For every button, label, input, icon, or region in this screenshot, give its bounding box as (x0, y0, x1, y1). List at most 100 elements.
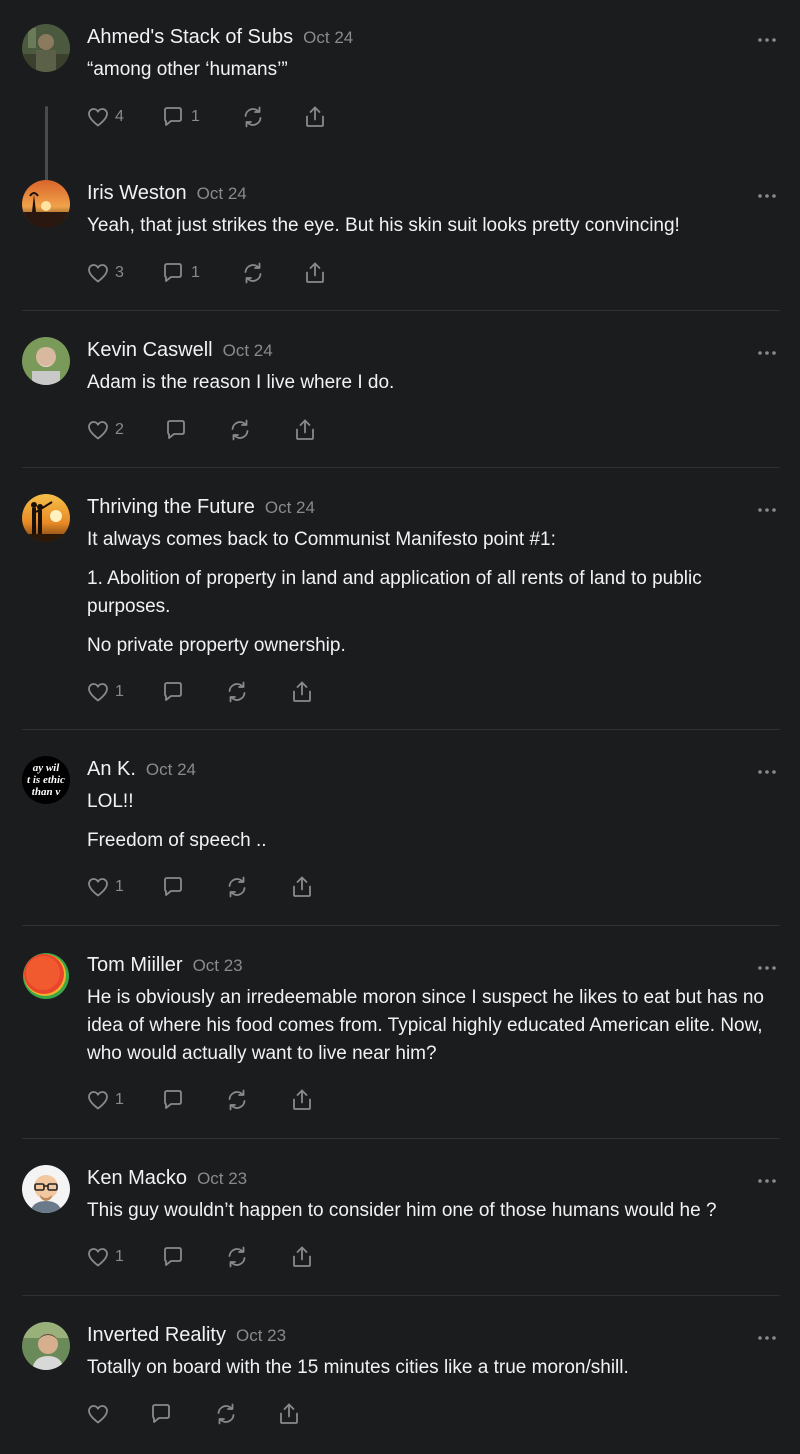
comment-body: Adam is the reason I live where I do. (87, 369, 777, 408)
comment-header: Ahmed's Stack of Subs Oct 24 (87, 26, 353, 54)
author-name[interactable]: Inverted Reality (87, 1324, 226, 1346)
restack-button[interactable] (224, 872, 250, 902)
more-dots-icon[interactable] (756, 1330, 778, 1340)
like-button[interactable]: 3 (86, 258, 124, 288)
avatar[interactable] (22, 337, 70, 385)
comment-body: He is obviously an irredeemable moron si… (87, 984, 777, 1079)
more-dots-icon[interactable] (756, 188, 778, 198)
share-button[interactable] (292, 415, 318, 445)
comment-body: Yeah, that just strikes the eye. But his… (87, 212, 777, 251)
reply-button[interactable] (160, 1242, 186, 1272)
share-button[interactable] (289, 872, 315, 902)
heart-icon (88, 421, 108, 440)
like-button[interactable] (86, 1399, 110, 1429)
reply-button[interactable] (160, 677, 186, 707)
comment-text: 1. Abolition of property in land and app… (87, 568, 702, 617)
reply-button[interactable] (148, 1399, 174, 1429)
comment-date[interactable]: Oct 24 (146, 760, 196, 779)
comment-date[interactable]: Oct 24 (197, 184, 247, 203)
comment-date[interactable]: Oct 23 (197, 1169, 247, 1188)
share-button[interactable] (302, 258, 328, 288)
like-button[interactable]: 2 (86, 415, 124, 445)
avatar[interactable]: ay wil t is ethic than v (22, 756, 70, 804)
like-button[interactable]: 4 (86, 102, 124, 132)
more-dots-icon[interactable] (756, 1173, 778, 1183)
speech-bubble-icon (167, 420, 185, 439)
reply-button[interactable]: 1 (160, 258, 200, 288)
more-dots-icon[interactable] (756, 502, 778, 512)
restack-button[interactable] (240, 102, 266, 132)
like-button[interactable]: 1 (86, 872, 124, 902)
avatar-text: ay wil (33, 762, 61, 774)
comment-body: “among other ‘humans’” (87, 56, 777, 95)
author-name[interactable]: Ahmed's Stack of Subs (87, 26, 293, 48)
heart-icon (88, 1405, 108, 1424)
more-dots-icon[interactable] (756, 764, 778, 774)
restack-icon (228, 1246, 246, 1268)
share-button[interactable] (289, 1085, 315, 1115)
restack-button[interactable] (224, 677, 250, 707)
comment-text: Totally on board with the 15 minutes cit… (87, 1357, 629, 1378)
author-name[interactable]: Tom Miiller (87, 954, 183, 976)
comment-header: Inverted Reality Oct 23 (87, 1324, 286, 1352)
avatar[interactable] (22, 494, 70, 542)
comment-text: “among other ‘humans’” (87, 59, 288, 80)
avatar[interactable] (22, 1165, 70, 1213)
comment-date[interactable]: Oct 23 (236, 1326, 286, 1345)
comment-text: Freedom of speech .. (87, 830, 267, 851)
author-name[interactable]: Iris Weston (87, 182, 187, 204)
like-button[interactable]: 1 (86, 677, 124, 707)
reply-count: 1 (191, 108, 200, 125)
comment-text: He is obviously an irredeemable moron si… (87, 987, 764, 1064)
comment-date[interactable]: Oct 24 (265, 498, 315, 517)
comment-date[interactable]: Oct 23 (193, 956, 243, 975)
heart-icon (88, 264, 108, 283)
share-button[interactable] (276, 1399, 302, 1429)
comment-body: Totally on board with the 15 minutes cit… (87, 1354, 777, 1393)
speech-bubble-icon (164, 1090, 182, 1109)
reply-count: 1 (191, 264, 200, 281)
restack-button[interactable] (224, 1085, 250, 1115)
heart-icon (88, 878, 108, 897)
comment-body: LOL!! Freedom of speech .. (87, 788, 777, 866)
reply-button[interactable] (160, 872, 186, 902)
share-button[interactable] (289, 1242, 315, 1272)
avatar[interactable] (22, 24, 70, 72)
more-dots-icon[interactable] (756, 32, 778, 42)
comment-text: Yeah, that just strikes the eye. But his… (87, 215, 680, 236)
restack-icon (244, 262, 262, 284)
like-button[interactable]: 1 (86, 1085, 124, 1115)
restack-icon (228, 876, 246, 898)
avatar[interactable] (22, 1322, 70, 1370)
more-dots-icon[interactable] (756, 345, 778, 355)
comment-date[interactable]: Oct 24 (303, 28, 353, 47)
restack-button[interactable] (227, 415, 253, 445)
restack-button[interactable] (213, 1399, 239, 1429)
reply-button[interactable] (160, 1085, 186, 1115)
author-name[interactable]: An K. (87, 758, 136, 780)
share-icon (280, 1403, 298, 1424)
reply-button[interactable]: 1 (160, 102, 200, 132)
like-count: 1 (115, 878, 124, 895)
author-name[interactable]: Ken Macko (87, 1167, 187, 1189)
avatar[interactable] (22, 180, 70, 228)
divider (22, 729, 780, 730)
restack-button[interactable] (224, 1242, 250, 1272)
restack-icon (231, 419, 249, 441)
speech-bubble-icon (164, 263, 182, 282)
like-count: 1 (115, 1248, 124, 1265)
more-dots-icon[interactable] (756, 960, 778, 970)
like-button[interactable]: 1 (86, 1242, 124, 1272)
avatar[interactable] (22, 952, 70, 1000)
share-icon (293, 876, 311, 897)
comment-date[interactable]: Oct 24 (223, 341, 273, 360)
restack-button[interactable] (240, 258, 266, 288)
reply-button[interactable] (163, 415, 189, 445)
share-button[interactable] (289, 677, 315, 707)
comment-header: An K. Oct 24 (87, 758, 196, 786)
divider (22, 1138, 780, 1139)
author-name[interactable]: Kevin Caswell (87, 339, 213, 361)
share-button[interactable] (302, 102, 328, 132)
author-name[interactable]: Thriving the Future (87, 496, 255, 518)
comment-text: This guy wouldn’t happen to consider him… (87, 1200, 717, 1221)
